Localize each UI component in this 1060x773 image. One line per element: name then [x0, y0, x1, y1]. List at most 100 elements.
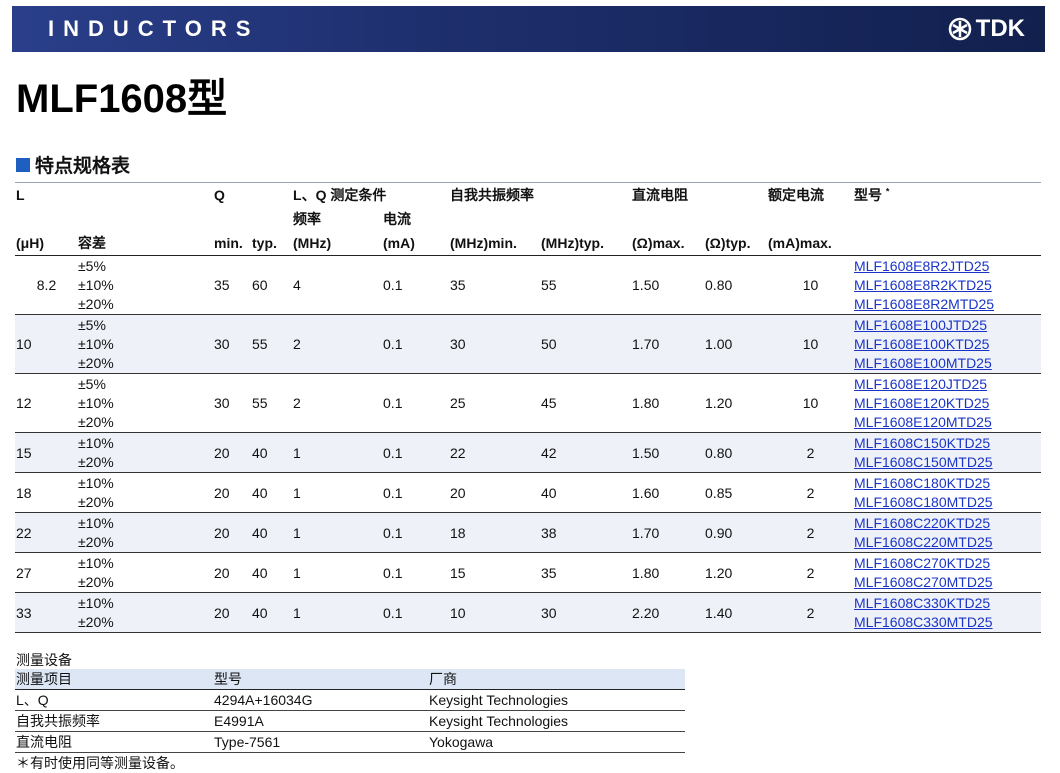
tolerance-cell: ±10% ±20%	[77, 432, 213, 473]
part-number-link[interactable]: MLF1608C220MTD25	[854, 533, 1041, 552]
rdc-typ: 1.20	[704, 552, 768, 593]
header-srf-typ: (MHz)typ.	[540, 231, 632, 256]
tolerance-value: ±20%	[78, 613, 114, 630]
table-row: 27 ±10% ±20% 20 40 1 0.1 15 35 1.80 1.20 2 MLF1608C2…	[15, 552, 1042, 593]
test-current: 0.1	[382, 592, 450, 633]
header-l: L	[16, 187, 25, 203]
part-number-link[interactable]: MLF1608C330KTD25	[854, 594, 1041, 613]
rdc-typ: 0.85	[704, 472, 768, 513]
rdc-max: 1.80	[631, 373, 705, 433]
srf-typ: 40	[540, 472, 632, 513]
part-number-link[interactable]: MLF1608C180MTD25	[854, 493, 1041, 512]
tolerance-value: ±20%	[78, 413, 114, 430]
tolerance-value: ±5%	[78, 316, 106, 333]
part-number-link[interactable]: MLF1608C330MTD25	[854, 613, 1041, 632]
header-q: Q	[214, 187, 225, 203]
header-mhz: (MHz)	[292, 231, 383, 256]
q-typ: 55	[251, 314, 293, 374]
table-row: 10 ±5% ±10% ±20% 30 55 2 0.1 30 50 1.70 1.00 10 MLF16…	[15, 314, 1042, 374]
part-number-cell: MLF1608C220KTD25 MLF1608C220MTD25	[853, 512, 1042, 553]
srf-typ: 35	[540, 552, 632, 593]
part-number-link[interactable]: MLF1608C180KTD25	[854, 474, 1041, 493]
inductance-value: 33	[15, 592, 77, 633]
part-number-link[interactable]: MLF1608E100JTD25	[854, 316, 1041, 335]
manufacturer: Keysight Technologies	[428, 689, 685, 711]
part-number-link[interactable]: MLF1608E120MTD25	[854, 413, 1041, 432]
equipment-table: 测量项目 型号 厂商 L、Q 4294A+16034G Keysight Techn…	[15, 669, 685, 753]
equipment-row: 直流电阻 Type-7561 Yokogawa	[15, 731, 685, 753]
header-rdc-max: (Ω)max.	[631, 231, 705, 256]
spec-table: L Q L、Q 测定条件 自我共振频率 直流电阻 额定电流 型号 * 频率 电流…	[15, 182, 1042, 633]
equipment-header-item: 测量项目	[15, 669, 213, 690]
rdc-max: 1.80	[631, 552, 705, 593]
rdc-max: 1.70	[631, 512, 705, 553]
header-banner: INDUCTORS TDK	[12, 6, 1045, 52]
srf-min: 22	[449, 432, 541, 473]
tolerance-value: ±10%	[78, 394, 114, 411]
part-number-cell: MLF1608C150KTD25 MLF1608C150MTD25	[853, 432, 1042, 473]
manufacturer: Keysight Technologies	[428, 710, 685, 732]
tolerance-value: ±20%	[78, 573, 114, 590]
header-ma: (mA)	[382, 231, 450, 256]
q-min: 30	[213, 373, 251, 433]
rdc-typ: 0.90	[704, 512, 768, 553]
rated-current: 2	[767, 432, 854, 473]
srf-min: 10	[449, 592, 541, 633]
tolerance-cell: ±5% ±10% ±20%	[77, 314, 213, 374]
part-number-link[interactable]: MLF1608E8R2KTD25	[854, 276, 1041, 295]
rated-current: 2	[767, 552, 854, 593]
table-row: 33 ±10% ±20% 20 40 1 0.1 10 30 2.20 1.40 2 MLF1608C3…	[15, 592, 1042, 633]
equipment-label: 测量设备	[16, 652, 72, 668]
part-number-link[interactable]: MLF1608E100KTD25	[854, 335, 1041, 354]
rdc-typ: 0.80	[704, 255, 768, 315]
tolerance-value: ±20%	[78, 354, 114, 371]
q-typ: 55	[251, 373, 293, 433]
srf-typ: 50	[540, 314, 632, 374]
equipment-header-maker: 厂商	[428, 669, 685, 690]
part-number-link[interactable]: MLF1608C150KTD25	[854, 434, 1041, 453]
inductance-value: 22	[15, 512, 77, 553]
brand-name: TDK	[975, 15, 1025, 42]
test-frequency: 1	[292, 472, 383, 513]
test-current: 0.1	[382, 432, 450, 473]
part-number-link[interactable]: MLF1608C150MTD25	[854, 453, 1041, 472]
header-rated-current: 额定电流	[768, 187, 825, 203]
q-min: 20	[213, 552, 251, 593]
equipment-table-body: L、Q 4294A+16034G Keysight Technologies 自我共振…	[15, 689, 685, 753]
equipment-model: Type-7561	[213, 731, 428, 753]
header-q-min: min.	[213, 231, 251, 256]
test-current: 0.1	[382, 552, 450, 593]
rdc-typ: 1.00	[704, 314, 768, 374]
header-current-max: (mA)max.	[767, 231, 854, 256]
srf-min: 25	[449, 373, 541, 433]
tolerance-value: ±10%	[78, 514, 114, 531]
q-min: 30	[213, 314, 251, 374]
part-number-link[interactable]: MLF1608E100MTD25	[854, 354, 1041, 373]
header-q-typ: typ.	[251, 231, 293, 256]
test-current: 0.1	[382, 314, 450, 374]
part-number-link[interactable]: MLF1608E8R2JTD25	[854, 257, 1041, 276]
tolerance-cell: ±10% ±20%	[77, 472, 213, 513]
header-tolerance: 容差	[77, 231, 213, 256]
srf-typ: 30	[540, 592, 632, 633]
part-number-link[interactable]: MLF1608E120KTD25	[854, 394, 1041, 413]
header-srf: 自我共振频率	[450, 187, 535, 203]
rdc-typ: 0.80	[704, 432, 768, 473]
equipment-model: 4294A+16034G	[213, 689, 428, 711]
part-number-link[interactable]: MLF1608E8R2MTD25	[854, 295, 1041, 314]
test-current: 0.1	[382, 512, 450, 553]
tolerance-value: ±20%	[78, 493, 114, 510]
part-number-cell: MLF1608E100JTD25 MLF1608E100KTD25 MLF1608E…	[853, 314, 1042, 374]
test-frequency: 1	[292, 552, 383, 593]
part-number-link[interactable]: MLF1608E120JTD25	[854, 375, 1041, 394]
part-number-cell: MLF1608C270KTD25 MLF1608C270MTD25	[853, 552, 1042, 593]
part-number-link[interactable]: MLF1608C220KTD25	[854, 514, 1041, 533]
tolerance-cell: ±5% ±10% ±20%	[77, 373, 213, 433]
rdc-max: 1.50	[631, 432, 705, 473]
q-min: 20	[213, 592, 251, 633]
inductance-value: 18	[15, 472, 77, 513]
rated-current: 10	[767, 314, 854, 374]
part-number-link[interactable]: MLF1608C270KTD25	[854, 554, 1041, 573]
part-number-link[interactable]: MLF1608C270MTD25	[854, 573, 1041, 592]
header-uh: (μH)	[15, 231, 77, 256]
